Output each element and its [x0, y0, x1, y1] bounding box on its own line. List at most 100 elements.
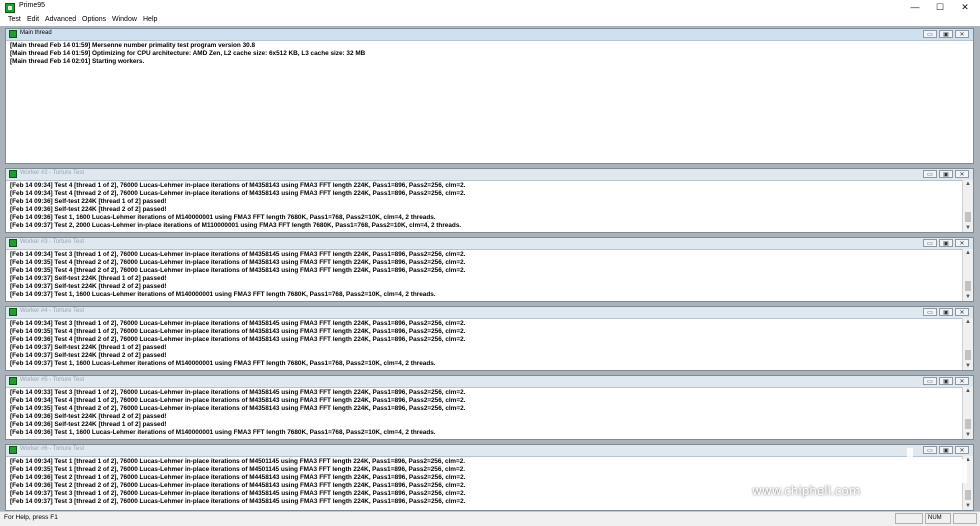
log-line: [Feb 14 09:34] Test 1 [thread 1 of 2], 7…	[10, 458, 466, 465]
worker-window[interactable]: Worker #2 - Torture Test ▭ ▣ ✕ [Feb 14 09:34…	[5, 168, 974, 233]
minimize-icon[interactable]: ▭	[923, 308, 937, 316]
scroll-down-icon[interactable]: ▼	[963, 362, 973, 370]
close-icon[interactable]: ✕	[950, 0, 980, 15]
window-title: Worker #6 - Torture Test	[20, 446, 85, 452]
log-text-area[interactable]: [Feb 14 09:33] Test 3 [thread 1 of 2], 7…	[10, 389, 961, 437]
vertical-scrollbar[interactable]: ▲ ▼	[962, 456, 973, 510]
log-line: [Feb 14 09:36] Self-test 224K [thread 1 …	[10, 198, 167, 206]
scroll-up-icon[interactable]: ▲	[963, 318, 973, 326]
log-line: [Main thread Feb 14 02:01] Starting work…	[10, 58, 145, 66]
log-line: [Feb 14 09:34] Test 4 [thread 1 of 2], 7…	[10, 397, 466, 405]
log-line: [Feb 14 09:36] Self-test 224K [thread 2 …	[10, 413, 167, 421]
window-control-buttons: ▭ ▣ ✕	[921, 446, 969, 455]
log-text-area[interactable]: [Feb 14 09:34] Test 3 [thread 1 of 2], 7…	[10, 320, 961, 368]
scroll-up-icon[interactable]: ▲	[963, 456, 973, 464]
scroll-down-icon[interactable]: ▼	[963, 293, 973, 301]
close-icon[interactable]: ✕	[955, 377, 969, 385]
prime95-app-icon	[5, 3, 15, 13]
scroll-thumb[interactable]	[965, 419, 971, 429]
log-line: [Feb 14 09:36] Self-test 224K [thread 2 …	[10, 206, 167, 214]
worker-window[interactable]: Worker #4 - Torture Test ▭ ▣ ✕ [Feb 14 09:34…	[5, 306, 974, 371]
menu-help[interactable]: Help	[143, 16, 157, 23]
log-line: [Feb 14 09:35] Test 4 [thread 2 of 2], 7…	[10, 267, 466, 275]
log-text-area[interactable]: [Main thread Feb 14 01:59] Mersenne numb…	[10, 42, 961, 161]
window-caption[interactable]: Worker #4 - Torture Test ▭ ▣ ✕	[6, 307, 973, 319]
minimize-icon[interactable]: ▭	[923, 30, 937, 38]
vertical-scrollbar[interactable]: ▲ ▼	[962, 249, 973, 301]
close-icon[interactable]: ✕	[955, 239, 969, 247]
log-text-area[interactable]: [Feb 14 09:34] Test 3 [thread 1 of 2], 7…	[10, 251, 961, 299]
log-line: [Feb 14 09:37] Self-test 224K [thread 2 …	[10, 283, 167, 291]
scroll-up-icon[interactable]: ▲	[963, 387, 973, 395]
log-line: [Feb 14 09:37] Self-test 224K [thread 2 …	[10, 352, 167, 360]
worker-window[interactable]: Worker #6 - Torture Test ▭ ▣ ✕ [Feb 14 09:34…	[5, 444, 974, 511]
close-icon[interactable]: ✕	[955, 446, 969, 454]
restore-icon[interactable]: ▣	[939, 446, 953, 454]
worker-icon	[9, 170, 17, 178]
close-icon[interactable]: ✕	[955, 170, 969, 178]
scroll-down-icon[interactable]: ▼	[963, 502, 973, 510]
scroll-thumb[interactable]	[965, 350, 971, 360]
log-line: [Feb 14 09:37] Test 1, 1600 Lucas-Lehmer…	[10, 291, 436, 299]
mdi-client-area: Main thread ▭ ▣ ✕ [Main thread Feb 14 01:59]…	[0, 26, 980, 511]
minimize-icon[interactable]: ▭	[923, 170, 937, 178]
minimize-icon[interactable]: ▭	[923, 377, 937, 385]
worker-window[interactable]: Worker #3 - Torture Test ▭ ▣ ✕ [Feb 14 09:34…	[5, 237, 974, 302]
close-icon[interactable]: ✕	[955, 308, 969, 316]
log-line: [Feb 14 09:36] Test 1, 1600 Lucas-Lehmer…	[10, 214, 436, 222]
restore-icon[interactable]: ▣	[939, 170, 953, 178]
log-line: [Feb 14 09:37] Test 2, 2000 Lucas-Lehmer…	[10, 222, 462, 230]
scroll-down-icon[interactable]: ▼	[963, 431, 973, 439]
window-caption[interactable]: Worker #3 - Torture Test ▭ ▣ ✕	[6, 238, 973, 250]
scroll-thumb[interactable]	[965, 490, 971, 500]
restore-icon[interactable]: ▣	[939, 30, 953, 38]
status-help-text: For Help, press F1	[4, 514, 58, 521]
log-line: [Feb 14 09:37] Self-test 224K [thread 1 …	[10, 344, 167, 352]
main-thread-window[interactable]: Main thread ▭ ▣ ✕ [Main thread Feb 14 01:59]…	[5, 28, 974, 164]
log-line: [Main thread Feb 14 01:59] Optimizing fo…	[10, 50, 366, 58]
vertical-scrollbar[interactable]: ▲ ▼	[962, 387, 973, 439]
minimize-icon[interactable]: ▭	[923, 446, 937, 454]
scroll-up-icon[interactable]: ▲	[963, 249, 973, 257]
log-line: [Feb 14 09:35] Test 4 [thread 1 of 2], 7…	[10, 328, 466, 336]
log-line: [Feb 14 09:36] Self-test 224K [thread 1 …	[10, 421, 167, 429]
log-line: [Feb 14 09:34] Test 3 [thread 1 of 2], 7…	[10, 251, 466, 258]
scroll-down-icon[interactable]: ▼	[963, 224, 973, 232]
worker-icon	[9, 446, 17, 454]
close-icon[interactable]: ✕	[955, 30, 969, 38]
menu-test[interactable]: Test	[8, 16, 21, 23]
restore-icon[interactable]: ▣	[939, 308, 953, 316]
log-line: [Main thread Feb 14 01:59] Mersenne numb…	[10, 42, 256, 49]
log-line: [Feb 14 09:36] Test 2 [thread 1 of 2], 7…	[10, 474, 466, 482]
minimize-icon[interactable]: ▭	[923, 239, 937, 247]
restore-icon[interactable]: ▣	[939, 377, 953, 385]
vertical-scrollbar[interactable]: ▲ ▼	[962, 180, 973, 232]
app-title-bar: Prime95 — ☐ ✕	[0, 0, 980, 15]
log-line: [Feb 14 09:37] Test 1, 1600 Lucas-Lehmer…	[10, 360, 436, 368]
restore-icon[interactable]: ▣	[939, 239, 953, 247]
window-caption[interactable]: Worker #5 - Torture Test ▭ ▣ ✕	[6, 376, 973, 388]
window-caption[interactable]: Worker #6 - Torture Test ▭ ▣ ✕	[6, 445, 973, 457]
window-title: Worker #5 - Torture Test	[20, 377, 85, 383]
scroll-thumb[interactable]	[965, 212, 971, 222]
log-line: [Feb 14 09:36] Test 4 [thread 2 of 2], 7…	[10, 336, 466, 344]
worker-window[interactable]: Worker #5 - Torture Test ▭ ▣ ✕ [Feb 14 09:33…	[5, 375, 974, 440]
log-line: [Feb 14 09:37] Test 3 [thread 2 of 2], 7…	[10, 498, 466, 506]
scroll-thumb[interactable]	[965, 281, 971, 291]
menu-advanced[interactable]: Advanced	[45, 16, 76, 23]
window-control-buttons: ▭ ▣ ✕	[921, 30, 969, 39]
log-line: [Feb 14 09:34] Test 4 [thread 1 of 2], 7…	[10, 182, 466, 189]
scroll-up-icon[interactable]: ▲	[963, 180, 973, 188]
log-text-area[interactable]: [Feb 14 09:34] Test 4 [thread 1 of 2], 7…	[10, 182, 961, 230]
vertical-scrollbar[interactable]: ▲ ▼	[962, 318, 973, 370]
menu-options[interactable]: Options	[82, 16, 106, 23]
worker-icon	[9, 30, 17, 38]
menu-window[interactable]: Window	[112, 16, 137, 23]
worker-icon	[9, 239, 17, 247]
log-text-area[interactable]: [Feb 14 09:34] Test 1 [thread 1 of 2], 7…	[10, 458, 961, 508]
status-blank-panel-2	[953, 513, 977, 524]
window-caption[interactable]: Main thread ▭ ▣ ✕	[6, 29, 973, 41]
window-caption[interactable]: Worker #2 - Torture Test ▭ ▣ ✕	[6, 169, 973, 181]
menu-edit[interactable]: Edit	[27, 16, 39, 23]
window-control-buttons: ▭ ▣ ✕	[921, 308, 969, 317]
